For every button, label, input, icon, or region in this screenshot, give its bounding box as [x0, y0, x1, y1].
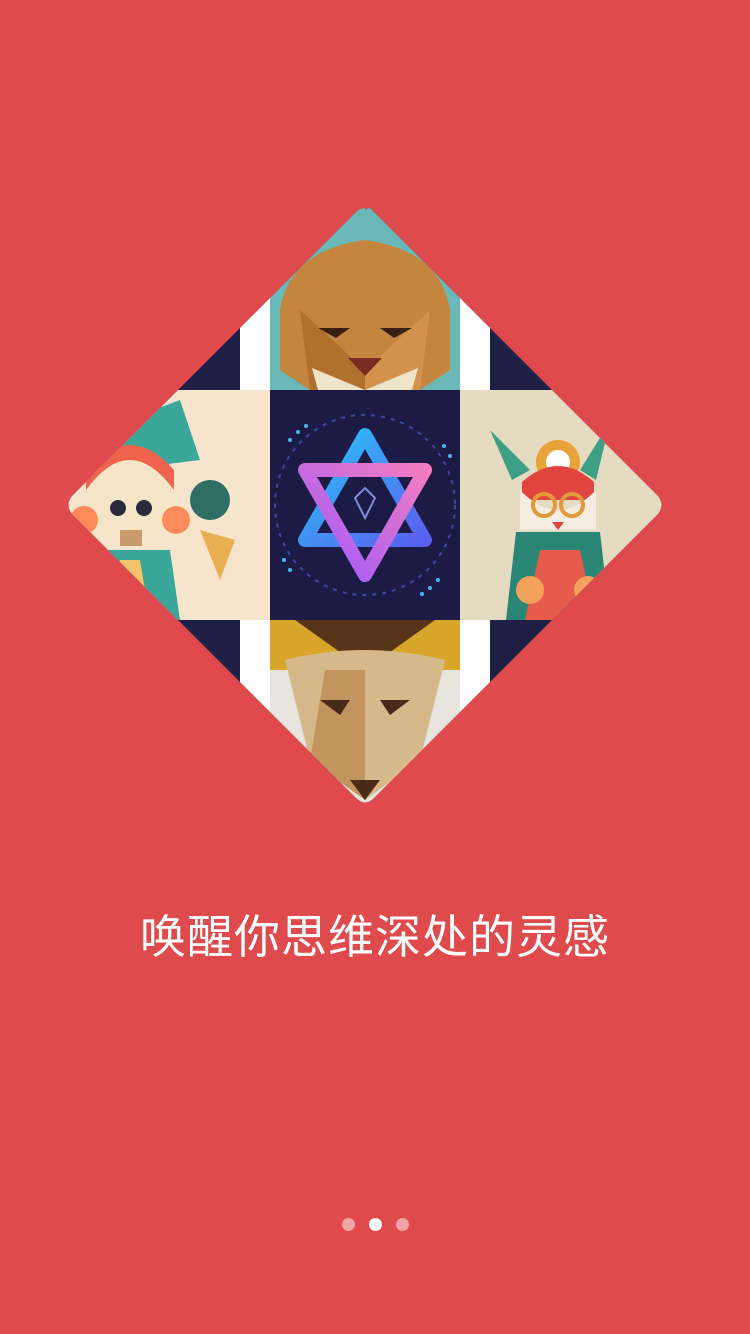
illustration-collage: [60, 200, 670, 810]
page-indicator[interactable]: [0, 1218, 750, 1236]
onboarding-tagline: 唤醒你思维深处的灵感: [140, 910, 610, 964]
page-dot-2-active[interactable]: [368, 1218, 382, 1231]
lion-illustration: [270, 208, 460, 390]
fox-illustration: [270, 620, 460, 803]
rabbit-illustration: [460, 390, 662, 620]
page-dot-1[interactable]: [341, 1218, 355, 1231]
girl-illustration: [68, 390, 270, 620]
page-dot-3[interactable]: [395, 1218, 409, 1231]
neon-hexagram-logo: [270, 390, 460, 620]
onboarding-screen: 唤醒你思维深处的灵感: [0, 0, 750, 1334]
